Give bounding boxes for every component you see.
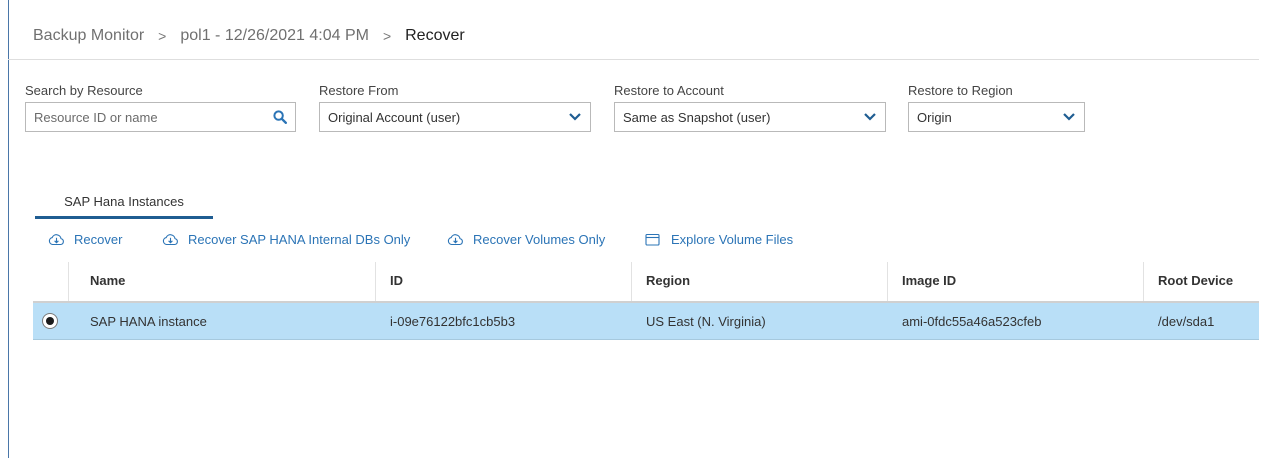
restore-from-label: Restore From <box>319 83 399 98</box>
chevron-down-icon[interactable] <box>855 103 885 131</box>
column-divider[interactable] <box>1143 262 1144 301</box>
column-header-name[interactable]: Name <box>90 260 125 301</box>
restore-from-select[interactable]: Original Account (user) <box>319 102 591 132</box>
cell-root-device: /dev/sda1 <box>1158 313 1215 329</box>
instances-table: Name ID Region Image ID Root Device SAP … <box>33 260 1259 340</box>
cell-name: SAP HANA instance <box>90 313 207 329</box>
column-divider <box>68 262 69 301</box>
restore-to-account-select[interactable]: Same as Snapshot (user) <box>614 102 886 132</box>
chevron-down-icon[interactable] <box>1054 103 1084 131</box>
radio-dot <box>46 317 54 325</box>
breadcrumb: Backup Monitor > pol1 - 12/26/2021 4:04 … <box>33 24 465 48</box>
recover-button-label: Recover <box>74 231 123 247</box>
table-row[interactable]: SAP HANA instance i-09e76122bfc1cb5b3 US… <box>33 303 1259 340</box>
tab-sap-hana-instances[interactable]: SAP Hana Instances <box>35 192 213 219</box>
cloud-download-icon <box>48 231 68 247</box>
cell-region: US East (N. Virginia) <box>646 313 766 329</box>
restore-to-region-select[interactable]: Origin <box>908 102 1085 132</box>
explore-volume-files-button[interactable]: Explore Volume Files <box>645 230 793 248</box>
header-divider <box>8 59 1259 60</box>
cloud-download-icon <box>447 231 467 247</box>
search-label: Search by Resource <box>25 83 143 98</box>
recover-button[interactable]: Recover <box>48 230 122 248</box>
column-divider[interactable] <box>375 262 376 301</box>
recover-internal-dbs-button[interactable]: Recover SAP HANA Internal DBs Only <box>162 230 410 248</box>
restore-from-value: Original Account (user) <box>328 109 461 125</box>
cell-id: i-09e76122bfc1cb5b3 <box>390 313 516 329</box>
recover-internal-dbs-label: Recover SAP HANA Internal DBs Only <box>188 231 411 247</box>
restore-to-region-value: Origin <box>917 109 952 125</box>
radio-selected-icon[interactable] <box>42 313 58 329</box>
search-input[interactable]: Resource ID or name <box>26 110 265 125</box>
chevron-down-icon[interactable] <box>560 103 590 131</box>
table-header: Name ID Region Image ID Root Device <box>33 260 1259 303</box>
cell-image-id: ami-0fdc55a46a523cfeb <box>902 313 1042 329</box>
cloud-download-icon <box>162 231 182 247</box>
column-divider[interactable] <box>887 262 888 301</box>
restore-to-account-value: Same as Snapshot (user) <box>623 109 771 125</box>
column-header-id[interactable]: ID <box>390 260 403 301</box>
restore-to-account-label: Restore to Account <box>614 83 724 98</box>
search-field[interactable]: Resource ID or name <box>25 102 296 132</box>
breadcrumb-current: Recover <box>405 27 465 44</box>
explore-volume-files-label: Explore Volume Files <box>671 231 794 247</box>
breadcrumb-backup-monitor[interactable]: Backup Monitor <box>33 27 144 45</box>
column-header-region[interactable]: Region <box>646 260 690 301</box>
column-header-image-id[interactable]: Image ID <box>902 260 956 301</box>
restore-to-region-label: Restore to Region <box>908 83 1013 98</box>
breadcrumb-separator: > <box>382 28 392 44</box>
left-accent-rule <box>8 0 9 458</box>
breadcrumb-separator: > <box>158 28 167 44</box>
window-icon <box>645 231 665 247</box>
recover-volumes-label: Recover Volumes Only <box>473 231 606 247</box>
column-divider[interactable] <box>631 262 632 301</box>
recover-volumes-button[interactable]: Recover Volumes Only <box>447 230 605 248</box>
search-icon[interactable] <box>265 103 295 131</box>
column-header-root-device[interactable]: Root Device <box>1158 260 1233 301</box>
breadcrumb-policy[interactable]: pol1 - 12/26/2021 4:04 PM <box>180 27 369 45</box>
